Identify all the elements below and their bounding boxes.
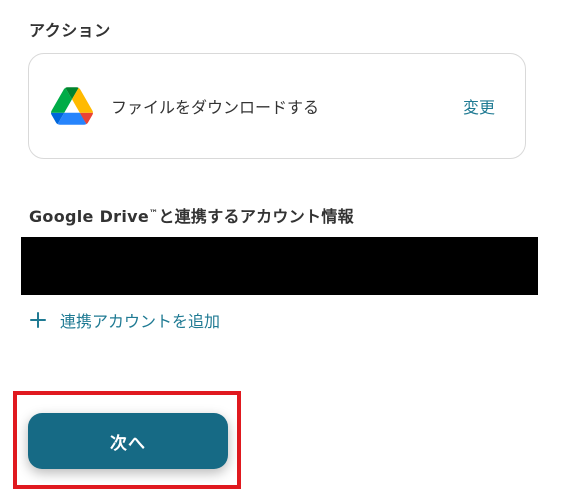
account-heading-service: Google Drive <box>29 207 150 226</box>
change-action-link[interactable]: 変更 <box>463 94 495 118</box>
add-account-label: 連携アカウントを追加 <box>60 312 221 331</box>
add-account-link[interactable]: 連携アカウントを追加 <box>30 309 220 331</box>
plus-icon <box>30 312 46 328</box>
action-name: ファイルをダウンロードする <box>111 98 320 117</box>
account-heading-rest: と連携するアカウント情報 <box>158 207 354 226</box>
google-drive-icon <box>51 87 93 125</box>
redacted-account-field[interactable] <box>21 237 538 295</box>
action-card: ファイルをダウンロードする 変更 <box>28 53 526 159</box>
next-button[interactable]: 次へ <box>28 413 228 469</box>
action-section-heading: アクション <box>29 21 111 40</box>
page: アクション ファイルをダウンロードする 変更 Google Drive™と連携す… <box>0 0 568 496</box>
trademark-mark: ™ <box>149 209 159 219</box>
account-section-heading: Google Drive™と連携するアカウント情報 <box>29 203 354 227</box>
